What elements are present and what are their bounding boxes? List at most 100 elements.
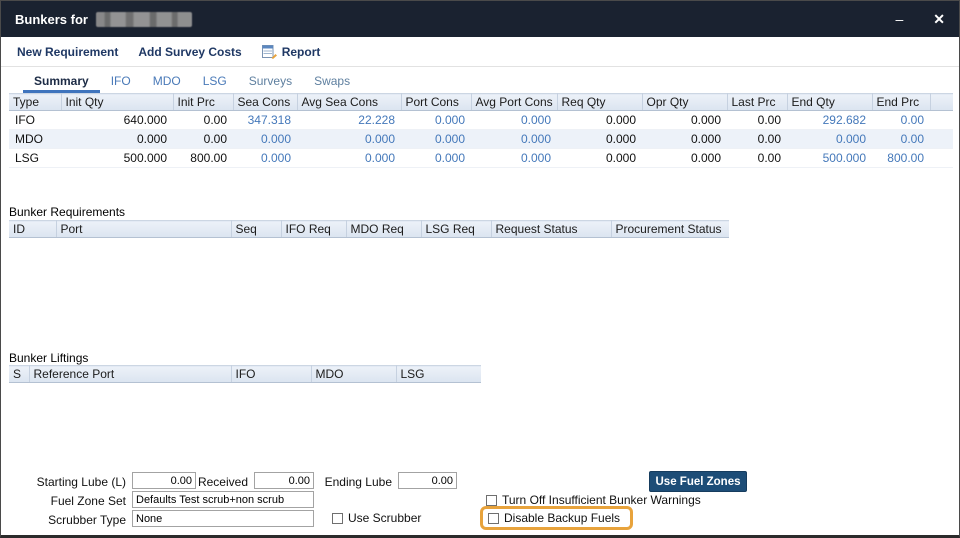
summary-cell[interactable]: 0.000	[401, 149, 471, 168]
summary-cell[interactable]: 0.00	[872, 111, 930, 130]
summary-cell[interactable]: 292.682	[787, 111, 872, 130]
summary-cell[interactable]: 0.000	[642, 130, 727, 149]
use-fuel-zones-button[interactable]: Use Fuel Zones	[649, 471, 747, 492]
tab-ifo[interactable]: IFO	[100, 70, 142, 93]
column-header-port-cons[interactable]: Port Cons	[401, 94, 471, 111]
summary-header-row: TypeInit QtyInit PrcSea ConsAvg Sea Cons…	[9, 94, 953, 111]
use-scrubber-checkbox[interactable]	[332, 513, 343, 524]
column-header-avg-sea-cons[interactable]: Avg Sea Cons	[297, 94, 401, 111]
liftings-header-row: SReference PortIFOMDOLSG	[9, 366, 481, 383]
summary-cell[interactable]: 0.000	[471, 130, 557, 149]
column-header-lsg-req[interactable]: LSG Req	[421, 221, 491, 238]
turn-off-warnings-checkbox[interactable]	[486, 495, 497, 506]
column-header-init-prc[interactable]: Init Prc	[173, 94, 233, 111]
use-scrubber-checkbox-group: Use Scrubber	[332, 511, 421, 525]
column-header-reference-port[interactable]: Reference Port	[29, 366, 231, 383]
summary-cell[interactable]: 0.00	[727, 111, 787, 130]
bunker-requirements-table: IDPortSeqIFO ReqMDO ReqLSG ReqRequest St…	[9, 220, 729, 238]
summary-cell[interactable]: 0.000	[233, 149, 297, 168]
summary-cell[interactable]: 347.318	[233, 111, 297, 130]
summary-cell[interactable]: 0.000	[557, 130, 642, 149]
summary-cell[interactable]: 800.00	[173, 149, 233, 168]
summary-cell[interactable]: 0.000	[297, 149, 401, 168]
tab-lsg[interactable]: LSG	[192, 70, 238, 93]
column-header-seq[interactable]: Seq	[231, 221, 281, 238]
summary-cell[interactable]: 0.000	[233, 130, 297, 149]
column-header-procurement-status[interactable]: Procurement Status	[611, 221, 729, 238]
summary-cell[interactable]: 640.000	[61, 111, 173, 130]
summary-cell[interactable]: 500.000	[61, 149, 173, 168]
summary-cell[interactable]: 0.00	[727, 130, 787, 149]
column-header-filler	[930, 94, 953, 111]
minimize-icon[interactable]: –	[895, 12, 903, 26]
summary-row: IFO640.0000.00347.31822.2280.0000.0000.0…	[9, 111, 953, 130]
disable-backup-fuels-checkbox[interactable]	[488, 513, 499, 524]
column-header-init-qty[interactable]: Init Qty	[61, 94, 173, 111]
column-header-mdo[interactable]: MDO	[311, 366, 396, 383]
summary-cell[interactable]: 800.00	[872, 149, 930, 168]
summary-cell[interactable]: 0.000	[297, 130, 401, 149]
summary-cell[interactable]: LSG	[9, 149, 61, 168]
summary-cell[interactable]: 22.228	[297, 111, 401, 130]
column-header-s[interactable]: S	[9, 366, 29, 383]
tab-surveys[interactable]: Surveys	[238, 70, 303, 93]
tab-mdo[interactable]: MDO	[142, 70, 192, 93]
column-header-sea-cons[interactable]: Sea Cons	[233, 94, 297, 111]
disable-backup-fuels-label: Disable Backup Fuels	[504, 511, 620, 525]
summary-cell[interactable]: 0.000	[642, 111, 727, 130]
summary-cell[interactable]: 0.000	[642, 149, 727, 168]
add-survey-costs-button[interactable]: Add Survey Costs	[138, 45, 241, 59]
new-requirement-button[interactable]: New Requirement	[17, 45, 118, 59]
summary-cell[interactable]: 0.000	[401, 111, 471, 130]
summary-cell[interactable]: 0.000	[401, 130, 471, 149]
disable-backup-fuels-highlight: Disable Backup Fuels	[480, 506, 633, 530]
column-header-req-qty[interactable]: Req Qty	[557, 94, 642, 111]
bunker-liftings-title: Bunker Liftings	[9, 351, 88, 365]
tab-summary[interactable]: Summary	[23, 70, 100, 93]
received-label: Received	[172, 475, 250, 489]
summary-cell[interactable]: 0.000	[471, 111, 557, 130]
column-header-last-prc[interactable]: Last Prc	[727, 94, 787, 111]
turn-off-warnings-checkbox-group: Turn Off Insufficient Bunker Warnings	[486, 493, 701, 507]
tab-bar: SummaryIFOMDOLSGSurveysSwaps	[23, 67, 361, 93]
summary-cell[interactable]: 0.000	[557, 111, 642, 130]
column-header-type[interactable]: Type	[9, 94, 61, 111]
summary-cell[interactable]: 0.00	[727, 149, 787, 168]
column-header-opr-qty[interactable]: Opr Qty	[642, 94, 727, 111]
column-header-ifo-req[interactable]: IFO Req	[281, 221, 346, 238]
summary-cell[interactable]: 0.000	[787, 130, 872, 149]
filler-cell	[930, 111, 953, 130]
report-button[interactable]: Report	[262, 45, 321, 59]
scrubber-type-input[interactable]	[132, 510, 314, 527]
column-header-request-status[interactable]: Request Status	[491, 221, 611, 238]
column-header-lsg[interactable]: LSG	[396, 366, 481, 383]
report-icon	[262, 45, 277, 59]
summary-cell[interactable]: IFO	[9, 111, 61, 130]
ending-lube-input[interactable]	[398, 472, 457, 489]
column-header-id[interactable]: ID	[9, 221, 56, 238]
dialog-title: Bunkers for	[15, 12, 88, 27]
summary-cell[interactable]: 0.00	[872, 130, 930, 149]
column-header-avg-port-cons[interactable]: Avg Port Cons	[471, 94, 557, 111]
close-icon[interactable]: ✕	[933, 12, 945, 26]
bunkers-dialog: Bunkers for – ✕ New Requirement Add Surv…	[0, 0, 960, 538]
column-header-port[interactable]: Port	[56, 221, 231, 238]
summary-cell[interactable]: 0.00	[173, 111, 233, 130]
summary-cell[interactable]: 0.000	[557, 149, 642, 168]
summary-cell[interactable]: 0.000	[61, 130, 173, 149]
filler-cell	[930, 130, 953, 149]
summary-row: LSG500.000800.000.0000.0000.0000.0000.00…	[9, 149, 953, 168]
column-header-end-prc[interactable]: End Prc	[872, 94, 930, 111]
summary-cell[interactable]: 0.00	[173, 130, 233, 149]
tab-swaps[interactable]: Swaps	[303, 70, 361, 93]
summary-cell[interactable]: 500.000	[787, 149, 872, 168]
use-scrubber-label: Use Scrubber	[348, 511, 421, 525]
fuel-zone-set-input[interactable]	[132, 491, 314, 508]
bunker-liftings-table: SReference PortIFOMDOLSG	[9, 365, 481, 383]
summary-cell[interactable]: 0.000	[471, 149, 557, 168]
column-header-mdo-req[interactable]: MDO Req	[346, 221, 421, 238]
column-header-ifo[interactable]: IFO	[231, 366, 311, 383]
column-header-end-qty[interactable]: End Qty	[787, 94, 872, 111]
received-input[interactable]	[254, 472, 314, 489]
summary-cell[interactable]: MDO	[9, 130, 61, 149]
